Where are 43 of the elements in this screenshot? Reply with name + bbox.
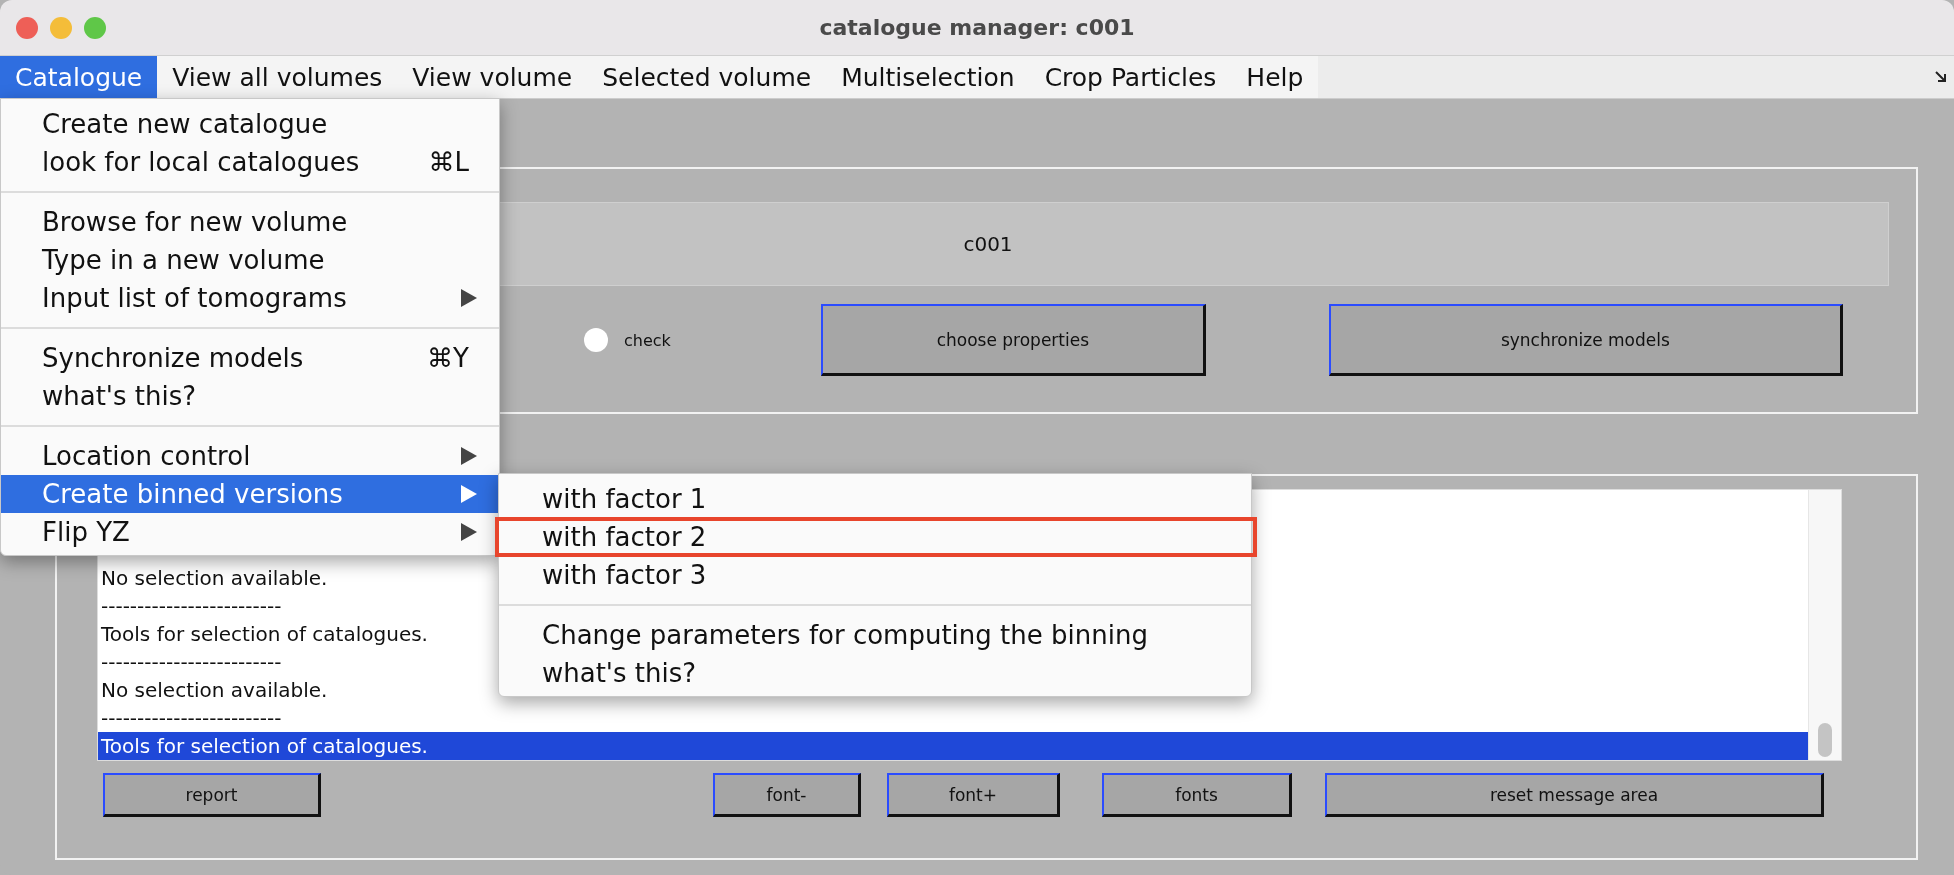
action-button[interactable]: report bbox=[103, 773, 321, 817]
zoom-button[interactable] bbox=[84, 16, 106, 39]
close-button[interactable] bbox=[16, 16, 38, 39]
scrollbar[interactable] bbox=[1808, 490, 1841, 760]
menu-item[interactable]: Flip YZ bbox=[1, 513, 499, 551]
message-line: Tools for selection of catalogues. bbox=[101, 622, 428, 646]
selected-row[interactable]: Tools for selection of catalogues. bbox=[98, 732, 1808, 760]
menu-item[interactable]: Location control bbox=[1, 437, 499, 475]
radio-label: check bbox=[624, 330, 671, 350]
menu-bar-item[interactable]: Catalogue bbox=[0, 56, 158, 98]
action-button[interactable]: font- bbox=[713, 773, 861, 817]
menu-item[interactable]: with factor 2 bbox=[499, 518, 1251, 556]
message-line: ------------------------- bbox=[101, 650, 282, 674]
menu-item[interactable]: with factor 3 bbox=[499, 556, 1251, 594]
menu-item[interactable]: what's this? bbox=[1, 377, 499, 415]
action-button[interactable]: choose properties bbox=[820, 304, 1206, 376]
menu-item[interactable]: look for local catalogues ⌘L bbox=[1, 143, 499, 181]
minimize-button[interactable] bbox=[50, 16, 72, 39]
menu-bar-item[interactable]: View volume bbox=[397, 56, 588, 98]
menu-bar-item[interactable]: Selected volume bbox=[587, 56, 827, 98]
menu-bar-item[interactable]: Help bbox=[1231, 56, 1319, 98]
window-title: catalogue manager: c001 bbox=[819, 15, 1135, 40]
menu-bar-item[interactable]: View all volumes bbox=[157, 56, 398, 98]
menu-item[interactable]: Change parameters for computing the binning bbox=[499, 616, 1251, 654]
menu-item[interactable]: what's this? bbox=[499, 654, 1251, 692]
action-button[interactable]: synchronize models bbox=[1328, 304, 1843, 376]
action-button[interactable]: reset message area bbox=[1325, 773, 1824, 817]
menu-item[interactable]: Create new catalogue bbox=[1, 105, 499, 143]
action-button[interactable]: font+ bbox=[887, 773, 1060, 817]
menu-item[interactable]: with factor 1 bbox=[499, 480, 1251, 518]
action-button[interactable]: fonts bbox=[1102, 773, 1292, 817]
radio-button[interactable] bbox=[584, 328, 608, 352]
menu-bar-item[interactable]: Multiselection bbox=[826, 56, 1030, 98]
menu-bar-item[interactable]: Crop Particles bbox=[1029, 56, 1232, 98]
menu-item[interactable]: Synchronize models ⌘Y bbox=[1, 339, 499, 377]
menu-item[interactable]: Create binned versions bbox=[1, 475, 499, 513]
message-line: ------------------------- bbox=[101, 594, 282, 618]
message-line: ------------------------- bbox=[101, 706, 282, 730]
resize-icon[interactable] bbox=[1934, 70, 1948, 84]
message-line: No selection available. bbox=[101, 678, 328, 702]
message-line: Tools for selection of catalogues. bbox=[101, 734, 428, 758]
scrollbar-thumb[interactable] bbox=[1818, 723, 1832, 757]
message-line: No selection available. bbox=[101, 566, 328, 590]
